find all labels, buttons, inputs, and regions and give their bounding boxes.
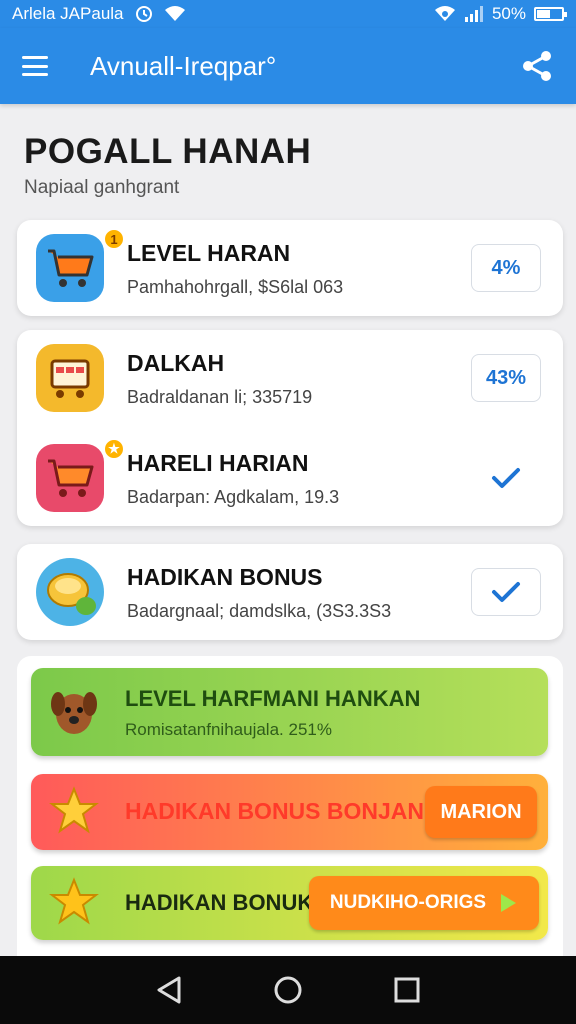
banner-bonuk[interactable]: HADIKAN BONUK NUDKIHO-ORIGS <box>31 866 548 940</box>
card-dalkah: DALKAH Badraldanan li; 335719 43% ★ HARE… <box>17 330 563 526</box>
marion-button[interactable]: MARION <box>425 786 537 838</box>
list-item[interactable]: HADIKAN BONUS Badargnaal; damdslka, (3S3… <box>17 544 563 640</box>
back-icon[interactable] <box>149 970 189 1010</box>
wifi-icon <box>164 6 185 21</box>
dog-icon <box>45 683 103 741</box>
banner-title: HADIKAN BONUK <box>125 890 314 915</box>
item-description: Badargnaal; damdslka, (3S3.3S3 <box>127 601 392 621</box>
star-icon <box>45 874 103 932</box>
banner-title: HADIKAN BONUS BONJAN <box>125 798 425 824</box>
wifi-signal-icon <box>434 6 455 21</box>
page-title: POGALL HANAH <box>24 132 312 171</box>
item-name: DALKAH <box>127 350 225 376</box>
action-button[interactable]: NUDKIHO-ORIGS <box>309 876 539 930</box>
alarm-icon <box>135 6 152 22</box>
banner-subtitle: Romisatanfnihaujala. 251% <box>125 720 332 739</box>
status-bar-left-text: Arlela JAPaula <box>12 4 124 23</box>
recents-icon[interactable] <box>387 970 427 1010</box>
cart-star-icon <box>36 444 104 512</box>
action-button-label: NUDKIHO-ORIGS <box>329 892 487 913</box>
check-icon[interactable] <box>471 454 541 502</box>
list-item[interactable]: DALKAH Badraldanan li; 335719 43% <box>17 330 563 426</box>
battery-icon <box>534 7 567 21</box>
system-nav-bar <box>0 956 576 1024</box>
star-badge-icon <box>45 783 103 841</box>
shopping-cart-icon <box>36 234 104 302</box>
battery-percent: 50% <box>491 4 526 23</box>
play-arrow-icon <box>501 894 517 912</box>
share-icon[interactable] <box>520 49 554 83</box>
banner-title: LEVEL HARFMANI HANKAN <box>125 686 421 711</box>
app-title: Avnuall-Ireqpar° <box>90 50 277 81</box>
item-description: Badarpan: Agdkalam, 19.3 <box>127 487 340 507</box>
percent-badge[interactable]: 4% <box>471 244 541 292</box>
page-subtitle: Napiaal ganhgrant <box>24 177 180 198</box>
menu-icon[interactable] <box>22 56 48 76</box>
item-description: Badraldanan li; 335719 <box>127 387 313 407</box>
cell-signal-icon <box>464 6 483 22</box>
notification-badge: 1 <box>103 228 125 250</box>
star-badge-icon: ★ <box>103 438 125 460</box>
app-bar: Avnuall-Ireqpar° <box>0 28 576 104</box>
item-description: Pamhahohrgall, $S6lal 063 <box>127 277 344 297</box>
list-item[interactable]: 1 LEVEL HARAN Pamhahohrgall, $S6lal 063 … <box>17 220 563 316</box>
check-icon[interactable] <box>471 568 541 616</box>
banner-bonus-bonjan[interactable]: HADIKAN BONUS BONJAN MARION <box>31 774 548 850</box>
card-level-haran: 1 LEVEL HARAN Pamhahohrgall, $S6lal 063 … <box>17 220 563 316</box>
list-item[interactable]: ★ HARELI HARIAN Badarpan: Agdkalam, 19.3 <box>17 430 563 526</box>
item-name: HADIKAN BONUS <box>127 564 323 590</box>
card-hadikan-bonus: HADIKAN BONUS Badargnaal; damdslka, (3S3… <box>17 544 563 640</box>
home-icon[interactable] <box>268 970 308 1010</box>
shop-cart-icon <box>36 344 104 412</box>
item-name: LEVEL HARAN <box>127 240 291 266</box>
status-bar: Arlela JAPaula 50% <box>0 0 576 28</box>
fruit-icon <box>36 558 104 626</box>
banner-level[interactable]: LEVEL HARFMANI HANKAN Romisatanfnihaujal… <box>31 668 548 756</box>
battery-fill <box>537 10 550 18</box>
item-name: HARELI HARIAN <box>127 450 309 476</box>
percent-badge[interactable]: 43% <box>471 354 541 402</box>
